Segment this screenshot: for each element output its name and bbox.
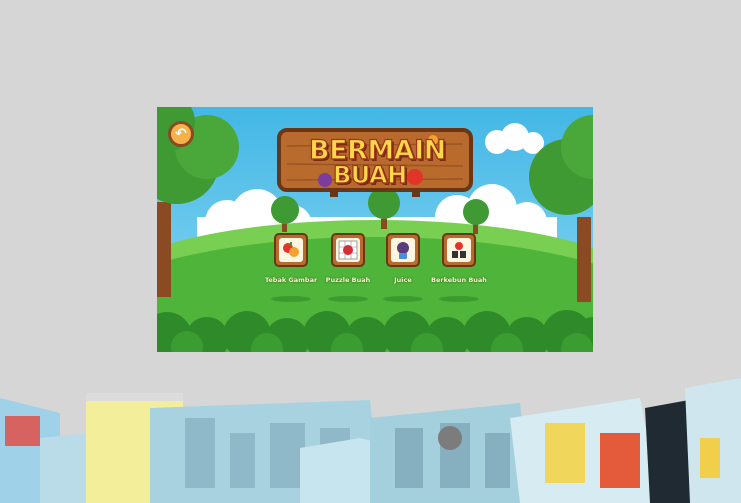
- menu-icon-frame: [386, 233, 420, 267]
- tomato-icon: [407, 169, 423, 185]
- screenshot-gallery: [0, 378, 741, 503]
- fruit-collage-icon: [279, 238, 303, 262]
- title-line-2: BUAH: [332, 160, 407, 189]
- menu-icon-frame: [274, 233, 308, 267]
- back-button[interactable]: ↶: [168, 121, 194, 147]
- juice-blender-icon: [391, 238, 415, 262]
- menu-icon-frame: [331, 233, 365, 267]
- title-sign: BERMAIN BUAH: [275, 122, 475, 197]
- menu-icon-frame: [442, 233, 476, 267]
- menu-berkebun-buah[interactable]: Berkebun Buah: [424, 233, 494, 284]
- gallery-thumbnails: [0, 378, 741, 503]
- back-arrow-icon: ↶: [175, 126, 187, 142]
- menu-label: Berkebun Buah: [431, 276, 487, 284]
- game-screen: ↶ BERMAIN BUAH Tebak Gambar Puzzle Buah …: [157, 107, 593, 352]
- gardening-icon: [447, 238, 471, 262]
- grape-icon: [318, 173, 332, 187]
- puzzle-grid-icon: [336, 238, 360, 262]
